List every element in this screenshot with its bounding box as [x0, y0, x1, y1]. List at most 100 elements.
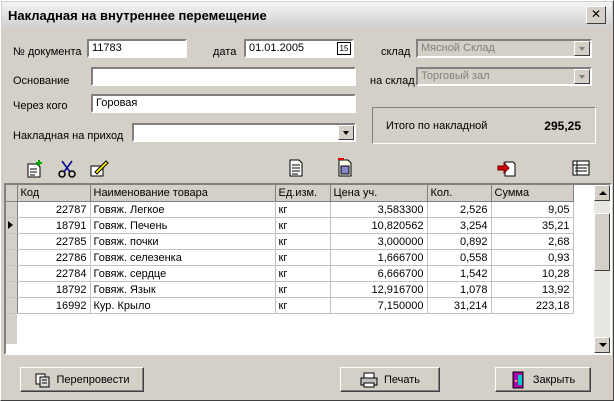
column-header-name[interactable]: Наименование товара [90, 185, 276, 202]
table-row[interactable]: 18792 Говяж. Язык кг 12,916700 1,078 13,92 [6, 281, 574, 298]
cell-price[interactable]: 7,150000 [330, 297, 428, 314]
repost-button[interactable]: Перепровести [20, 367, 144, 392]
cell-unit[interactable]: кг [275, 281, 331, 298]
cell-unit[interactable]: кг [275, 249, 331, 266]
close-button[interactable]: Закрыть [495, 367, 591, 392]
cell-price[interactable]: 12,916700 [330, 281, 428, 298]
calculator-document-icon[interactable] [335, 158, 355, 178]
row-indicator[interactable] [6, 281, 18, 298]
cell-code[interactable]: 16992 [17, 297, 91, 314]
cell-price[interactable]: 6,666700 [330, 265, 428, 282]
cell-sum[interactable]: 35,21 [491, 217, 574, 234]
cell-code[interactable]: 18792 [17, 281, 91, 298]
cell-qty[interactable]: 31,214 [427, 297, 492, 314]
cell-unit[interactable]: кг [275, 233, 331, 250]
cell-sum[interactable]: 13,92 [491, 281, 574, 298]
table-row[interactable]: 22784 Говяж. сердце кг 6,666700 1,542 10,28 [6, 265, 574, 282]
cell-qty[interactable]: 1,078 [427, 281, 492, 298]
items-table-body: Код Наименование товара Ед.изм. Цена уч.… [6, 185, 574, 344]
cell-code[interactable]: 22784 [17, 265, 91, 282]
scroll-down-icon[interactable] [594, 337, 610, 353]
cell-price[interactable]: 3,583300 [330, 201, 428, 218]
scroll-thumb[interactable] [594, 213, 610, 271]
register-icon[interactable] [571, 158, 591, 178]
add-document-icon[interactable] [25, 159, 45, 179]
title-bar: Накладная на внутреннее перемещение ✕ [2, 2, 612, 28]
column-header-price[interactable]: Цена уч. [330, 185, 428, 202]
cell-sum[interactable]: 2,68 [491, 233, 574, 250]
chevron-down-icon[interactable] [574, 41, 590, 56]
cell-name[interactable]: Говяж. сердце [90, 265, 276, 282]
close-window-button[interactable]: ✕ [586, 6, 606, 24]
cell-code[interactable]: 18791 [17, 217, 91, 234]
cell-unit[interactable]: кг [275, 201, 331, 218]
cell-unit[interactable]: кг [275, 217, 331, 234]
cell-unit[interactable]: кг [275, 265, 331, 282]
column-header-sum[interactable]: Сумма [491, 185, 574, 202]
cell-name[interactable]: Кур. Крыло [90, 297, 276, 314]
column-header-unit[interactable]: Ед.изм. [275, 185, 331, 202]
row-indicator[interactable] [6, 201, 18, 218]
cell-price[interactable]: 10,820562 [330, 217, 428, 234]
cell-qty[interactable]: 0,558 [427, 249, 492, 266]
doc-number-field[interactable]: 11783 [87, 39, 187, 58]
row-indicator[interactable] [6, 217, 18, 234]
row-indicator[interactable] [6, 233, 18, 250]
invoice-window: Накладная на внутреннее перемещение ✕ № … [0, 0, 614, 401]
empty-cell [491, 329, 573, 344]
cell-price[interactable]: 3,000000 [330, 233, 428, 250]
basis-field[interactable] [91, 67, 356, 86]
table-row[interactable]: 22786 Говяж. селезенка кг 1,666700 0,558 0,93 [6, 249, 574, 266]
table-row[interactable]: 22785 Говяж. почки кг 3,000000 0,892 2,68 [6, 233, 574, 250]
chevron-down-icon[interactable] [338, 125, 354, 140]
cell-name[interactable]: Говяж. Легкое [90, 201, 276, 218]
print-button[interactable]: Печать [340, 367, 440, 392]
column-header-code[interactable]: Код [17, 185, 91, 202]
cell-name[interactable]: Говяж. Язык [90, 281, 276, 298]
scroll-up-icon[interactable] [594, 185, 610, 201]
to-warehouse-label: на склад [370, 75, 415, 87]
scissors-icon[interactable] [57, 159, 77, 179]
to-warehouse-value: Торговый зал [421, 70, 490, 82]
cell-code[interactable]: 22787 [17, 201, 91, 218]
cell-qty[interactable]: 1,542 [427, 265, 492, 282]
calendar-icon[interactable]: 15 [337, 42, 351, 55]
cell-code[interactable]: 22786 [17, 249, 91, 266]
document-icon[interactable] [286, 158, 306, 178]
date-field[interactable]: 01.01.2005 15 [244, 39, 354, 58]
incoming-invoice-select[interactable] [132, 123, 356, 142]
cell-code[interactable]: 22785 [17, 233, 91, 250]
date-label: дата [213, 46, 237, 58]
print-label: Печать [383, 373, 421, 386]
cell-qty[interactable]: 3,254 [427, 217, 492, 234]
cell-qty[interactable]: 2,526 [427, 201, 492, 218]
total-label: Итого по накладной [386, 120, 488, 132]
import-icon[interactable] [497, 158, 517, 178]
cell-sum[interactable]: 0,93 [491, 249, 574, 266]
cell-qty[interactable]: 0,892 [427, 233, 492, 250]
via-field[interactable]: Горовая [91, 94, 356, 113]
items-table[interactable]: Код Наименование товара Ед.изм. Цена уч.… [4, 183, 612, 355]
cell-name[interactable]: Говяж. Печень [90, 217, 276, 234]
cell-name[interactable]: Говяж. почки [90, 233, 276, 250]
cell-unit[interactable]: кг [275, 297, 331, 314]
cell-name[interactable]: Говяж. селезенка [90, 249, 276, 266]
cell-sum[interactable]: 10,28 [491, 265, 574, 282]
cell-price[interactable]: 1,666700 [330, 249, 428, 266]
row-indicator[interactable] [6, 297, 18, 314]
vertical-scrollbar[interactable] [594, 185, 610, 353]
close-label: Закрыть [532, 373, 576, 386]
chevron-down-icon[interactable] [574, 69, 590, 84]
table-row[interactable]: 16992 Кур. Крыло кг 7,150000 31,214 223,18 [6, 297, 574, 314]
row-indicator[interactable] [6, 265, 18, 282]
table-row[interactable]: 18791 Говяж. Печень кг 10,820562 3,254 35,21 [6, 217, 574, 234]
empty-cell [330, 329, 427, 344]
column-header-qty[interactable]: Кол. [427, 185, 492, 202]
table-row[interactable]: 22787 Говяж. Легкое кг 3,583300 2,526 9,05 [6, 201, 574, 218]
to-warehouse-select[interactable]: Торговый зал [416, 67, 592, 86]
edit-icon[interactable] [89, 159, 109, 179]
warehouse-select[interactable]: Мясной Склад [416, 39, 592, 58]
row-indicator[interactable] [6, 249, 18, 266]
cell-sum[interactable]: 9,05 [491, 201, 574, 218]
cell-sum[interactable]: 223,18 [491, 297, 574, 314]
